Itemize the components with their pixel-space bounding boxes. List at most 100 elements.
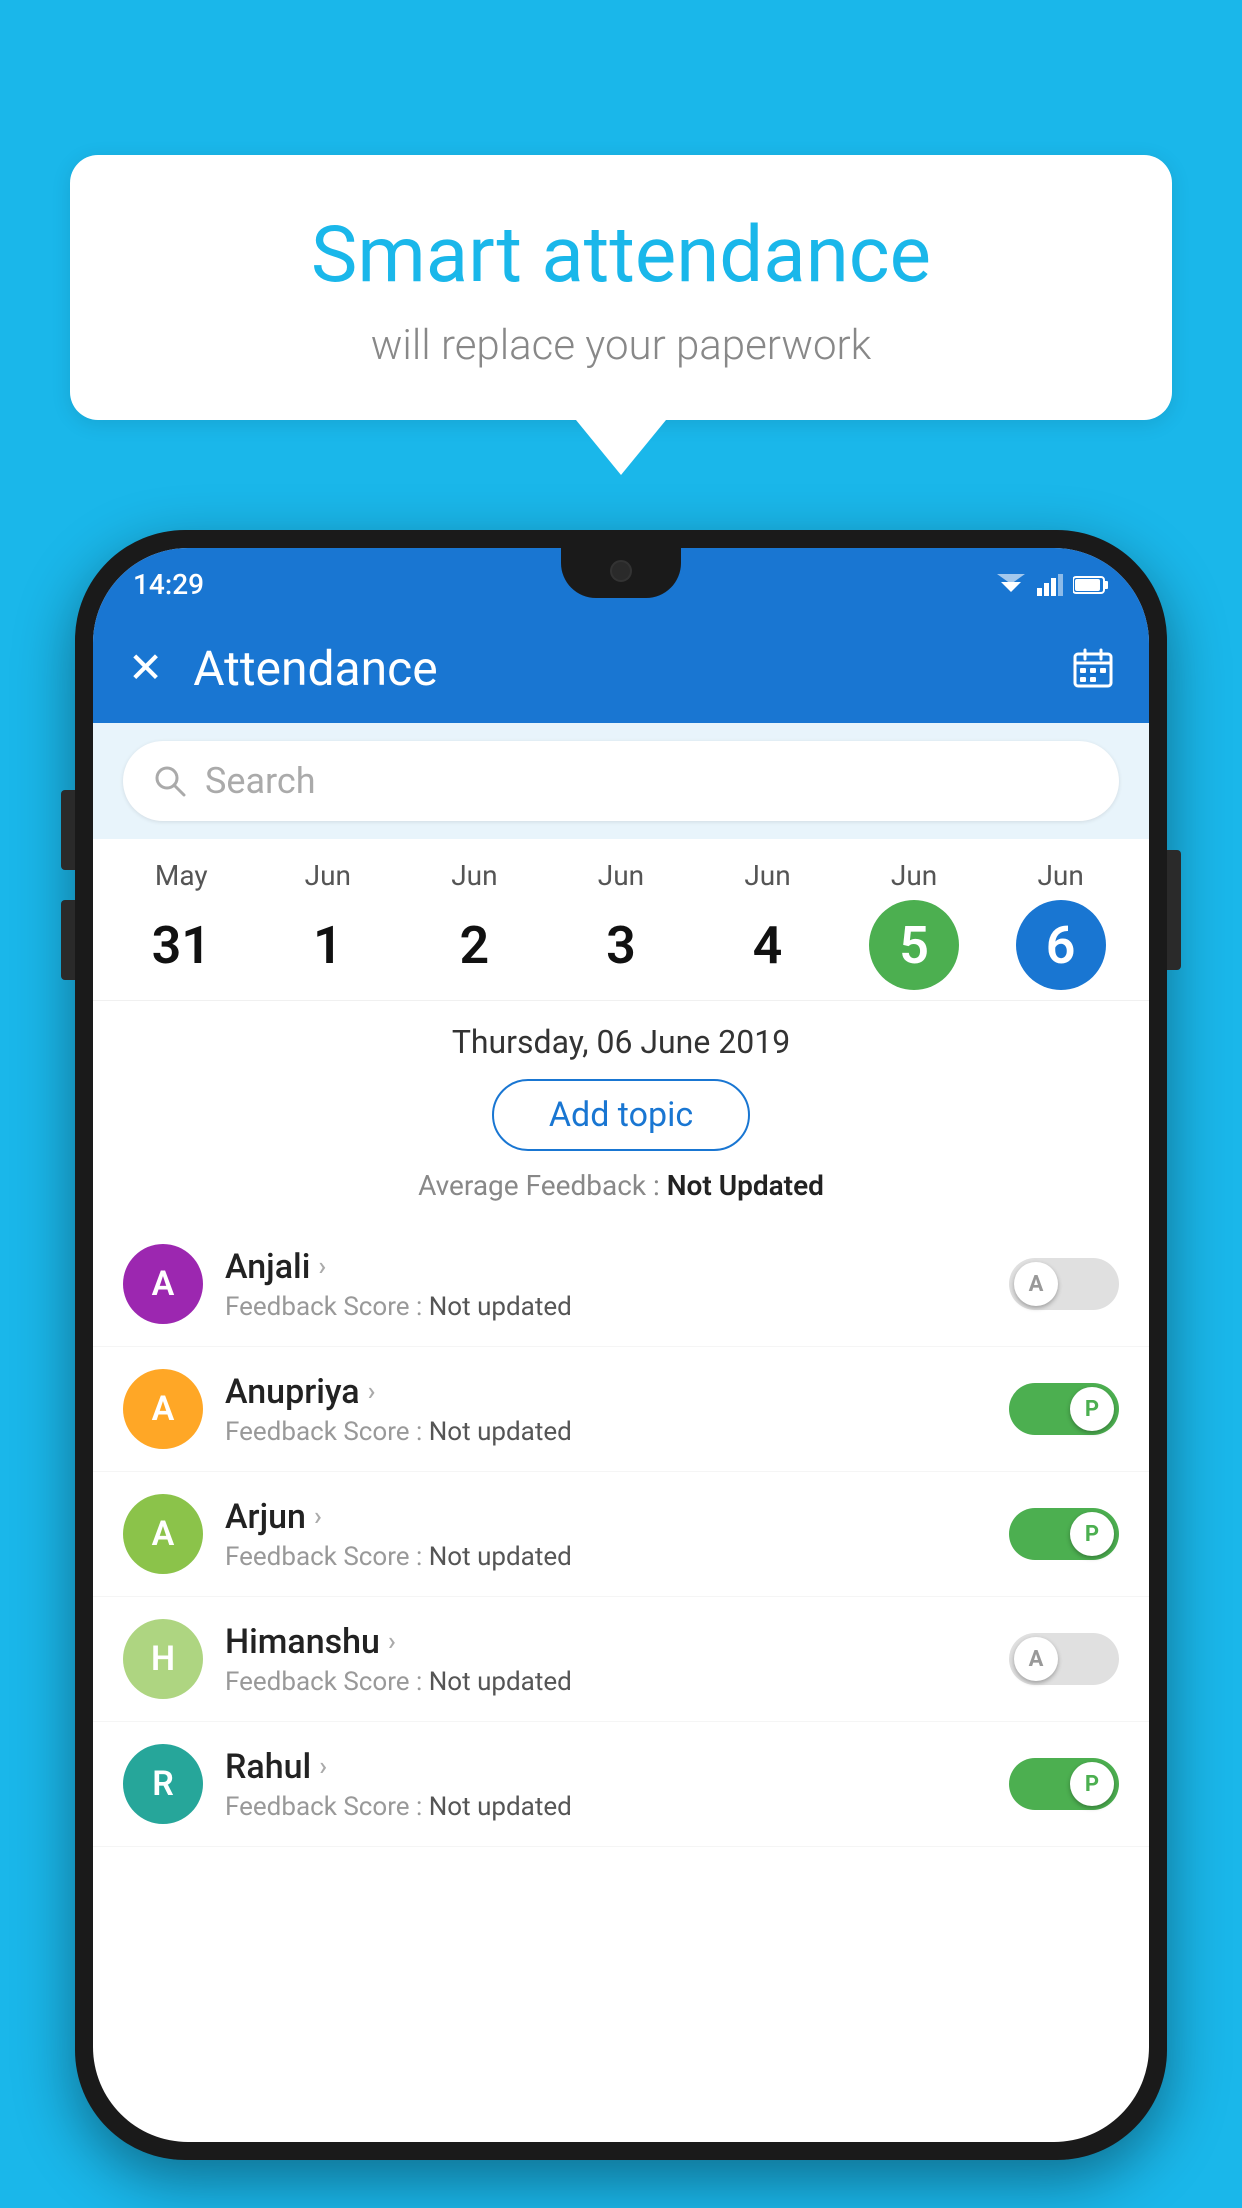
wifi-icon bbox=[995, 574, 1027, 596]
student-feedback-1: Feedback Score : Not updated bbox=[225, 1417, 987, 1447]
search-bar-container: Search bbox=[93, 723, 1149, 839]
student-feedback-0: Feedback Score : Not updated bbox=[225, 1292, 987, 1322]
toggle-knob-2: P bbox=[1070, 1512, 1114, 1556]
student-info-1: Anupriya › Feedback Score : Not updated bbox=[225, 1372, 987, 1447]
chevron-icon-1: › bbox=[368, 1377, 376, 1407]
student-avatar-4: R bbox=[123, 1744, 203, 1824]
student-item-4[interactable]: R Rahul › Feedback Score : Not updated P bbox=[93, 1722, 1149, 1847]
selected-date-info: Thursday, 06 June 2019 Add topic Average… bbox=[93, 1001, 1149, 1222]
date-month-5: Jun bbox=[891, 859, 937, 892]
student-avatar-0: A bbox=[123, 1244, 203, 1324]
student-name-1: Anupriya › bbox=[225, 1372, 987, 1412]
speech-bubble-subtitle: will replace your paperwork bbox=[130, 321, 1112, 370]
student-name-4: Rahul › bbox=[225, 1747, 987, 1787]
student-info-2: Arjun › Feedback Score : Not updated bbox=[225, 1497, 987, 1572]
status-time: 14:29 bbox=[133, 568, 204, 601]
phone-container: 14:29 bbox=[75, 530, 1167, 2208]
speech-bubble: Smart attendance will replace your paper… bbox=[70, 155, 1172, 420]
phone-screen: 14:29 bbox=[93, 548, 1149, 2142]
student-feedback-4: Feedback Score : Not updated bbox=[225, 1792, 987, 1822]
speech-bubble-container: Smart attendance will replace your paper… bbox=[70, 155, 1172, 475]
speech-bubble-tail bbox=[576, 420, 666, 475]
attendance-toggle-0[interactable]: A bbox=[1009, 1258, 1119, 1310]
chevron-icon-4: › bbox=[319, 1752, 327, 1782]
volume-down-button bbox=[61, 900, 75, 980]
feedback-value-3: Not updated bbox=[429, 1667, 572, 1697]
date-day-0: 31 bbox=[136, 900, 226, 990]
date-strip: May 31 Jun 1 Jun 2 Jun 3 Jun 4 Jun 5 Jun 6 bbox=[93, 839, 1149, 1001]
toggle-knob-1: P bbox=[1070, 1387, 1114, 1431]
attendance-toggle-4[interactable]: P bbox=[1009, 1758, 1119, 1810]
date-month-0: May bbox=[155, 859, 208, 892]
date-item-6[interactable]: Jun 6 bbox=[1016, 859, 1106, 990]
search-input-placeholder: Search bbox=[205, 760, 316, 802]
signal-icon bbox=[1037, 574, 1063, 596]
power-button bbox=[1167, 850, 1181, 970]
search-icon bbox=[153, 764, 187, 798]
avg-feedback-label: Average Feedback : bbox=[418, 1169, 667, 1202]
camera bbox=[610, 560, 632, 582]
avg-feedback: Average Feedback : Not Updated bbox=[123, 1169, 1119, 1202]
date-item-1[interactable]: Jun 1 bbox=[283, 859, 373, 990]
battery-icon bbox=[1073, 575, 1109, 595]
attendance-toggle-1[interactable]: P bbox=[1009, 1383, 1119, 1435]
date-day-2: 2 bbox=[429, 900, 519, 990]
student-avatar-2: A bbox=[123, 1494, 203, 1574]
feedback-value-0: Not updated bbox=[429, 1292, 572, 1322]
phone-outer: 14:29 bbox=[75, 530, 1167, 2160]
date-day-1: 1 bbox=[283, 900, 373, 990]
student-name-2: Arjun › bbox=[225, 1497, 987, 1537]
app-title: Attendance bbox=[193, 640, 1042, 697]
student-list: AAnjali ›Feedback Score : Not updatedAAA… bbox=[93, 1222, 1149, 1847]
student-info-0: Anjali › Feedback Score : Not updated bbox=[225, 1247, 987, 1322]
date-day-3: 3 bbox=[576, 900, 666, 990]
close-button[interactable]: ✕ bbox=[128, 643, 163, 693]
toggle-knob-3: A bbox=[1014, 1637, 1058, 1681]
date-month-2: Jun bbox=[451, 859, 497, 892]
avg-feedback-value: Not Updated bbox=[667, 1169, 824, 1202]
student-avatar-3: H bbox=[123, 1619, 203, 1699]
student-item-3[interactable]: H Himanshu › Feedback Score : Not updated A bbox=[93, 1597, 1149, 1722]
date-day-6: 6 bbox=[1016, 900, 1106, 990]
student-info-4: Rahul › Feedback Score : Not updated bbox=[225, 1747, 987, 1822]
date-month-1: Jun bbox=[305, 859, 351, 892]
app-bar: ✕ Attendance bbox=[93, 613, 1149, 723]
chevron-icon-0: › bbox=[318, 1252, 326, 1282]
date-day-4: 4 bbox=[723, 900, 813, 990]
date-month-3: Jun bbox=[598, 859, 644, 892]
selected-date-label: Thursday, 06 June 2019 bbox=[123, 1023, 1119, 1061]
student-item-0[interactable]: A Anjali › Feedback Score : Not updated A bbox=[93, 1222, 1149, 1347]
speech-bubble-title: Smart attendance bbox=[130, 210, 1112, 301]
date-day-5: 5 bbox=[869, 900, 959, 990]
feedback-value-1: Not updated bbox=[429, 1417, 572, 1447]
chevron-icon-2: › bbox=[314, 1502, 322, 1532]
feedback-value-2: Not updated bbox=[429, 1542, 572, 1572]
attendance-toggle-3[interactable]: A bbox=[1009, 1633, 1119, 1685]
status-icons bbox=[995, 574, 1109, 596]
date-item-3[interactable]: Jun 3 bbox=[576, 859, 666, 990]
date-item-4[interactable]: Jun 4 bbox=[723, 859, 813, 990]
search-bar[interactable]: Search bbox=[123, 741, 1119, 821]
date-item-2[interactable]: Jun 2 bbox=[429, 859, 519, 990]
student-name-3: Himanshu › bbox=[225, 1622, 987, 1662]
date-item-5[interactable]: Jun 5 bbox=[869, 859, 959, 990]
date-item-0[interactable]: May 31 bbox=[136, 859, 226, 990]
notch bbox=[561, 548, 681, 598]
date-month-4: Jun bbox=[744, 859, 790, 892]
toggle-knob-0: A bbox=[1014, 1262, 1058, 1306]
date-month-6: Jun bbox=[1037, 859, 1083, 892]
feedback-value-4: Not updated bbox=[429, 1792, 572, 1822]
student-feedback-3: Feedback Score : Not updated bbox=[225, 1667, 987, 1697]
student-item-1[interactable]: A Anupriya › Feedback Score : Not updated P bbox=[93, 1347, 1149, 1472]
calendar-icon[interactable] bbox=[1072, 647, 1114, 689]
chevron-icon-3: › bbox=[388, 1627, 396, 1657]
add-topic-button[interactable]: Add topic bbox=[492, 1079, 750, 1151]
toggle-knob-4: P bbox=[1070, 1762, 1114, 1806]
student-info-3: Himanshu › Feedback Score : Not updated bbox=[225, 1622, 987, 1697]
student-avatar-1: A bbox=[123, 1369, 203, 1449]
attendance-toggle-2[interactable]: P bbox=[1009, 1508, 1119, 1560]
volume-up-button bbox=[61, 790, 75, 870]
student-feedback-2: Feedback Score : Not updated bbox=[225, 1542, 987, 1572]
student-item-2[interactable]: A Arjun › Feedback Score : Not updated P bbox=[93, 1472, 1149, 1597]
student-name-0: Anjali › bbox=[225, 1247, 987, 1287]
